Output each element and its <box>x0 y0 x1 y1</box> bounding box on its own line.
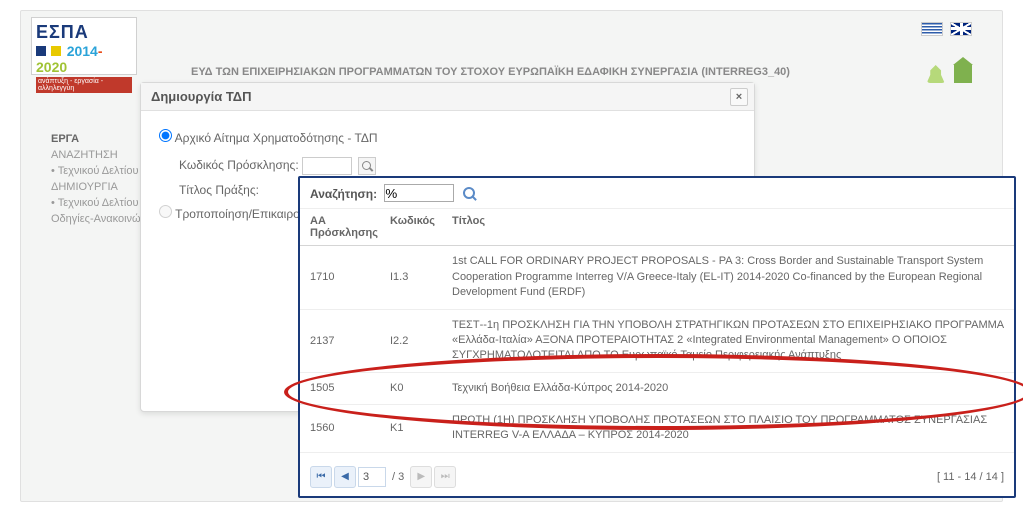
cell-code: K0 <box>390 382 452 394</box>
cell-title: ΠΡΩΤΗ (1Η) ΠΡΟΣΚΛΗΣΗ ΥΠΟΒΟΛΗΣ ΠΡΟΤΑΣΕΩΝ … <box>452 413 1004 444</box>
logo-square-icon <box>51 46 61 56</box>
search-icon[interactable] <box>462 186 478 202</box>
radio-amend <box>159 205 172 218</box>
close-button[interactable]: × <box>730 88 748 106</box>
cell-aa: 1560 <box>310 422 390 434</box>
pager-next-button[interactable]: ▶ <box>410 466 432 488</box>
language-flags <box>917 21 972 36</box>
user-icon[interactable] <box>927 65 945 83</box>
col-code-header: Κωδικός <box>390 215 452 239</box>
table-row[interactable]: 2137 I2.2 ΤΕΣΤ--1η ΠΡΟΣΚΛΗΣΗ ΓΙΑ ΤΗΝ ΥΠΟ… <box>300 310 1014 373</box>
search-label: Αναζήτηση: <box>310 187 377 201</box>
title-label: Τίτλος Πράξης: <box>179 183 299 197</box>
table-row[interactable]: 1710 I1.3 1st CALL FOR ORDINARY PROJECT … <box>300 246 1014 309</box>
search-header: Αναζήτηση: <box>300 178 1014 209</box>
flag-gr-icon[interactable] <box>921 22 943 36</box>
modal-title: Δημιουργία ΤΔΠ <box>151 89 251 104</box>
home-icon[interactable] <box>954 65 972 83</box>
radio-initial-label: Αρχικό Αίτημα Χρηματοδότησης - ΤΔΠ <box>175 131 378 145</box>
table-row[interactable]: 1560 K1 ΠΡΩΤΗ (1Η) ΠΡΟΣΚΛΗΣΗ ΥΠΟΒΟΛΗΣ ΠΡ… <box>300 405 1014 453</box>
pager-page-input[interactable] <box>358 467 386 487</box>
pager-controls: ⏮ ◀ / 3 ▶ ⏭ <box>310 466 456 488</box>
pager-prev-button[interactable]: ◀ <box>334 466 356 488</box>
grid-header: ΑΑ Πρόσκλησης Κωδικός Τίτλος <box>300 209 1014 246</box>
logo-tagline: ανάπτυξη - εργασία - αλληλεγγύη <box>36 77 132 93</box>
cell-code: I2.2 <box>390 335 452 347</box>
col-aa-header: ΑΑ Πρόσκλησης <box>310 215 390 239</box>
flag-uk-icon[interactable] <box>950 22 972 36</box>
pager-last-button[interactable]: ⏭ <box>434 466 456 488</box>
cell-aa: 1505 <box>310 382 390 394</box>
call-code-input[interactable] <box>302 157 352 175</box>
cell-aa: 1710 <box>310 271 390 283</box>
radio-amend-label: Τροποποίηση/Επικαιροποί <box>175 207 317 221</box>
search-icon[interactable] <box>358 157 376 175</box>
logo-square-icon <box>36 46 46 56</box>
cell-code: I1.3 <box>390 271 452 283</box>
pager: ⏮ ◀ / 3 ▶ ⏭ [ 11 - 14 / 14 ] <box>310 466 1004 488</box>
header-icons <box>921 59 972 86</box>
espa-logo: ΕΣΠΑ 2014-2020 ανάπτυξη - εργασία - αλλη… <box>31 17 137 75</box>
search-input[interactable] <box>384 184 454 202</box>
call-code-row: Κωδικός Πρόσκλησης: <box>179 157 736 175</box>
table-row[interactable]: 1505 K0 Τεχνική Βοήθεια Ελλάδα-Κύπρος 20… <box>300 373 1014 405</box>
call-code-label: Κωδικός Πρόσκλησης: <box>179 158 299 172</box>
radio-initial[interactable] <box>159 129 172 142</box>
cell-code: K1 <box>390 422 452 434</box>
col-title-header: Τίτλος <box>452 215 1004 239</box>
radio-option-initial[interactable]: Αρχικό Αίτημα Χρηματοδότησης - ΤΔΠ <box>159 129 736 145</box>
page-title: ΕΥΔ ΤΩΝ ΕΠΙΧΕΙΡΗΣΙΑΚΩΝ ΠΡΟΓΡΑΜΜΑΤΩΝ ΤΟΥ … <box>191 66 972 78</box>
cell-aa: 2137 <box>310 335 390 347</box>
modal-header: Δημιουργία ΤΔΠ × <box>141 83 754 111</box>
pager-first-button[interactable]: ⏮ <box>310 466 332 488</box>
search-popup: Αναζήτηση: ΑΑ Πρόσκλησης Κωδικός Τίτλος … <box>298 176 1016 498</box>
pager-total: / 3 <box>392 471 404 483</box>
cell-title: ΤΕΣΤ--1η ΠΡΟΣΚΛΗΣΗ ΓΙΑ ΤΗΝ ΥΠΟΒΟΛΗ ΣΤΡΑΤ… <box>452 318 1004 364</box>
cell-title: 1st CALL FOR ORDINARY PROJECT PROPOSALS … <box>452 254 1004 300</box>
pager-range: [ 11 - 14 / 14 ] <box>937 471 1004 483</box>
cell-title: Τεχνική Βοήθεια Ελλάδα-Κύπρος 2014-2020 <box>452 381 1004 396</box>
logo-text: ΕΣΠΑ <box>36 22 132 43</box>
